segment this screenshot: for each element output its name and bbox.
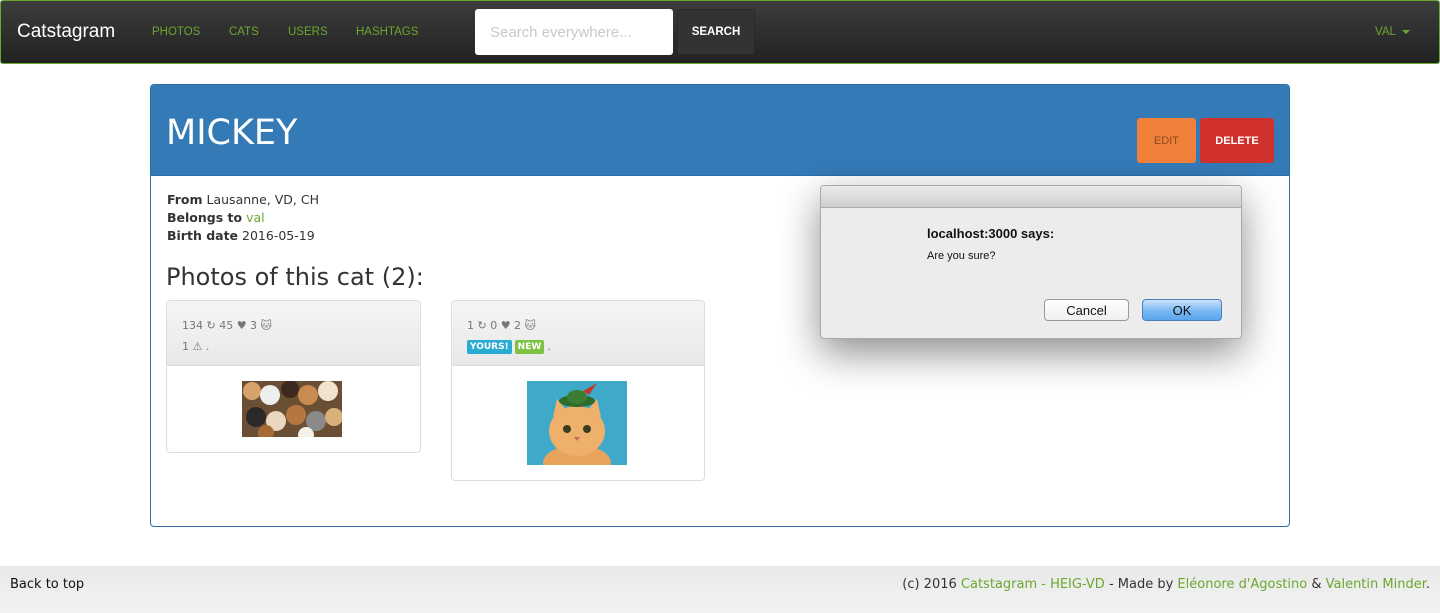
period-text: . bbox=[1425, 577, 1430, 592]
nav-link-photos[interactable]: PHOTOS bbox=[152, 26, 200, 38]
owner-link[interactable]: val bbox=[246, 210, 265, 225]
delete-button[interactable]: DELETE bbox=[1200, 118, 1274, 163]
birth-value: 2016-05-19 bbox=[242, 228, 315, 243]
from-label: From bbox=[167, 192, 203, 207]
photo-card-header: 1 ↻ 0 ♥ 2 🐱 YOURS! NEW. bbox=[452, 301, 704, 366]
new-badge: NEW bbox=[514, 339, 545, 354]
photo-stats: 1 ↻ 0 ♥ 2 🐱 bbox=[467, 319, 537, 332]
photo-badges: YOURS! NEW. bbox=[467, 336, 689, 357]
photo-suffix: . bbox=[547, 340, 551, 353]
ok-button[interactable]: OK bbox=[1142, 299, 1222, 321]
panel-header: MICKEY EDIT DELETE bbox=[151, 85, 1289, 176]
birth-label: Birth date bbox=[167, 228, 239, 243]
cat-name-title: MICKEY bbox=[166, 113, 298, 153]
footer-credits: (c) 2016 Catstagram - HEIG-VD - Made by … bbox=[902, 577, 1430, 592]
confirm-dialog: localhost:3000 says: Are you sure? Cance… bbox=[820, 185, 1242, 339]
nav-link-hashtags[interactable]: HASHTAGS bbox=[356, 26, 418, 38]
copyright-text: (c) 2016 bbox=[902, 577, 957, 592]
belongs-label: Belongs to bbox=[167, 210, 243, 225]
cat-photo[interactable] bbox=[242, 381, 342, 437]
brand-logo[interactable]: Catstagram bbox=[17, 21, 115, 43]
dialog-message: Are you sure? bbox=[927, 250, 996, 262]
cancel-button[interactable]: Cancel bbox=[1044, 299, 1129, 321]
cat-photo[interactable] bbox=[527, 381, 627, 465]
nav-link-users[interactable]: USERS bbox=[288, 26, 328, 38]
photo-card-header: 134 ↻ 45 ♥ 3 🐱 1 ⚠ . bbox=[167, 301, 420, 366]
photo-stats: 134 ↻ 45 ♥ 3 🐱 bbox=[182, 319, 273, 332]
back-to-top-link[interactable]: Back to top bbox=[10, 577, 84, 592]
from-value: Lausanne, VD, CH bbox=[206, 192, 319, 207]
caret-down-icon bbox=[1401, 30, 1410, 34]
photo-card[interactable]: 1 ↻ 0 ♥ 2 🐱 YOURS! NEW. bbox=[451, 300, 705, 481]
yours-badge: YOURS! bbox=[467, 339, 512, 354]
nav-link-cats[interactable]: CATS bbox=[229, 26, 259, 38]
site-link[interactable]: Catstagram - HEIG-VD bbox=[961, 577, 1105, 592]
photo-card[interactable]: 134 ↻ 45 ♥ 3 🐱 1 ⚠ . bbox=[166, 300, 421, 453]
author-link-1[interactable]: Eléonore d'Agostino bbox=[1177, 577, 1307, 592]
info-belongs: Belongs to val bbox=[167, 210, 265, 225]
info-from: From Lausanne, VD, CH bbox=[167, 192, 319, 207]
amp-text: & bbox=[1311, 577, 1322, 592]
navbar: Catstagram PHOTOS CATS USERS HASHTAGS SE… bbox=[0, 0, 1440, 64]
dialog-titlebar[interactable] bbox=[821, 186, 1241, 208]
author-link-2[interactable]: Valentin Minder bbox=[1326, 577, 1426, 592]
edit-button[interactable]: EDIT bbox=[1137, 118, 1196, 163]
footer: Back to top (c) 2016 Catstagram - HEIG-V… bbox=[0, 566, 1440, 613]
user-menu[interactable]: VAL bbox=[1375, 26, 1410, 38]
info-birth: Birth date 2016-05-19 bbox=[167, 228, 315, 243]
search-input[interactable] bbox=[475, 9, 673, 55]
user-menu-label: VAL bbox=[1375, 26, 1396, 38]
photos-heading: Photos of this cat (2): bbox=[166, 263, 424, 291]
dialog-heading: localhost:3000 says: bbox=[927, 226, 1055, 241]
made-by-text: - Made by bbox=[1108, 577, 1174, 592]
search-button[interactable]: SEARCH bbox=[677, 9, 755, 55]
photo-reports: 1 ⚠ . bbox=[182, 340, 210, 353]
